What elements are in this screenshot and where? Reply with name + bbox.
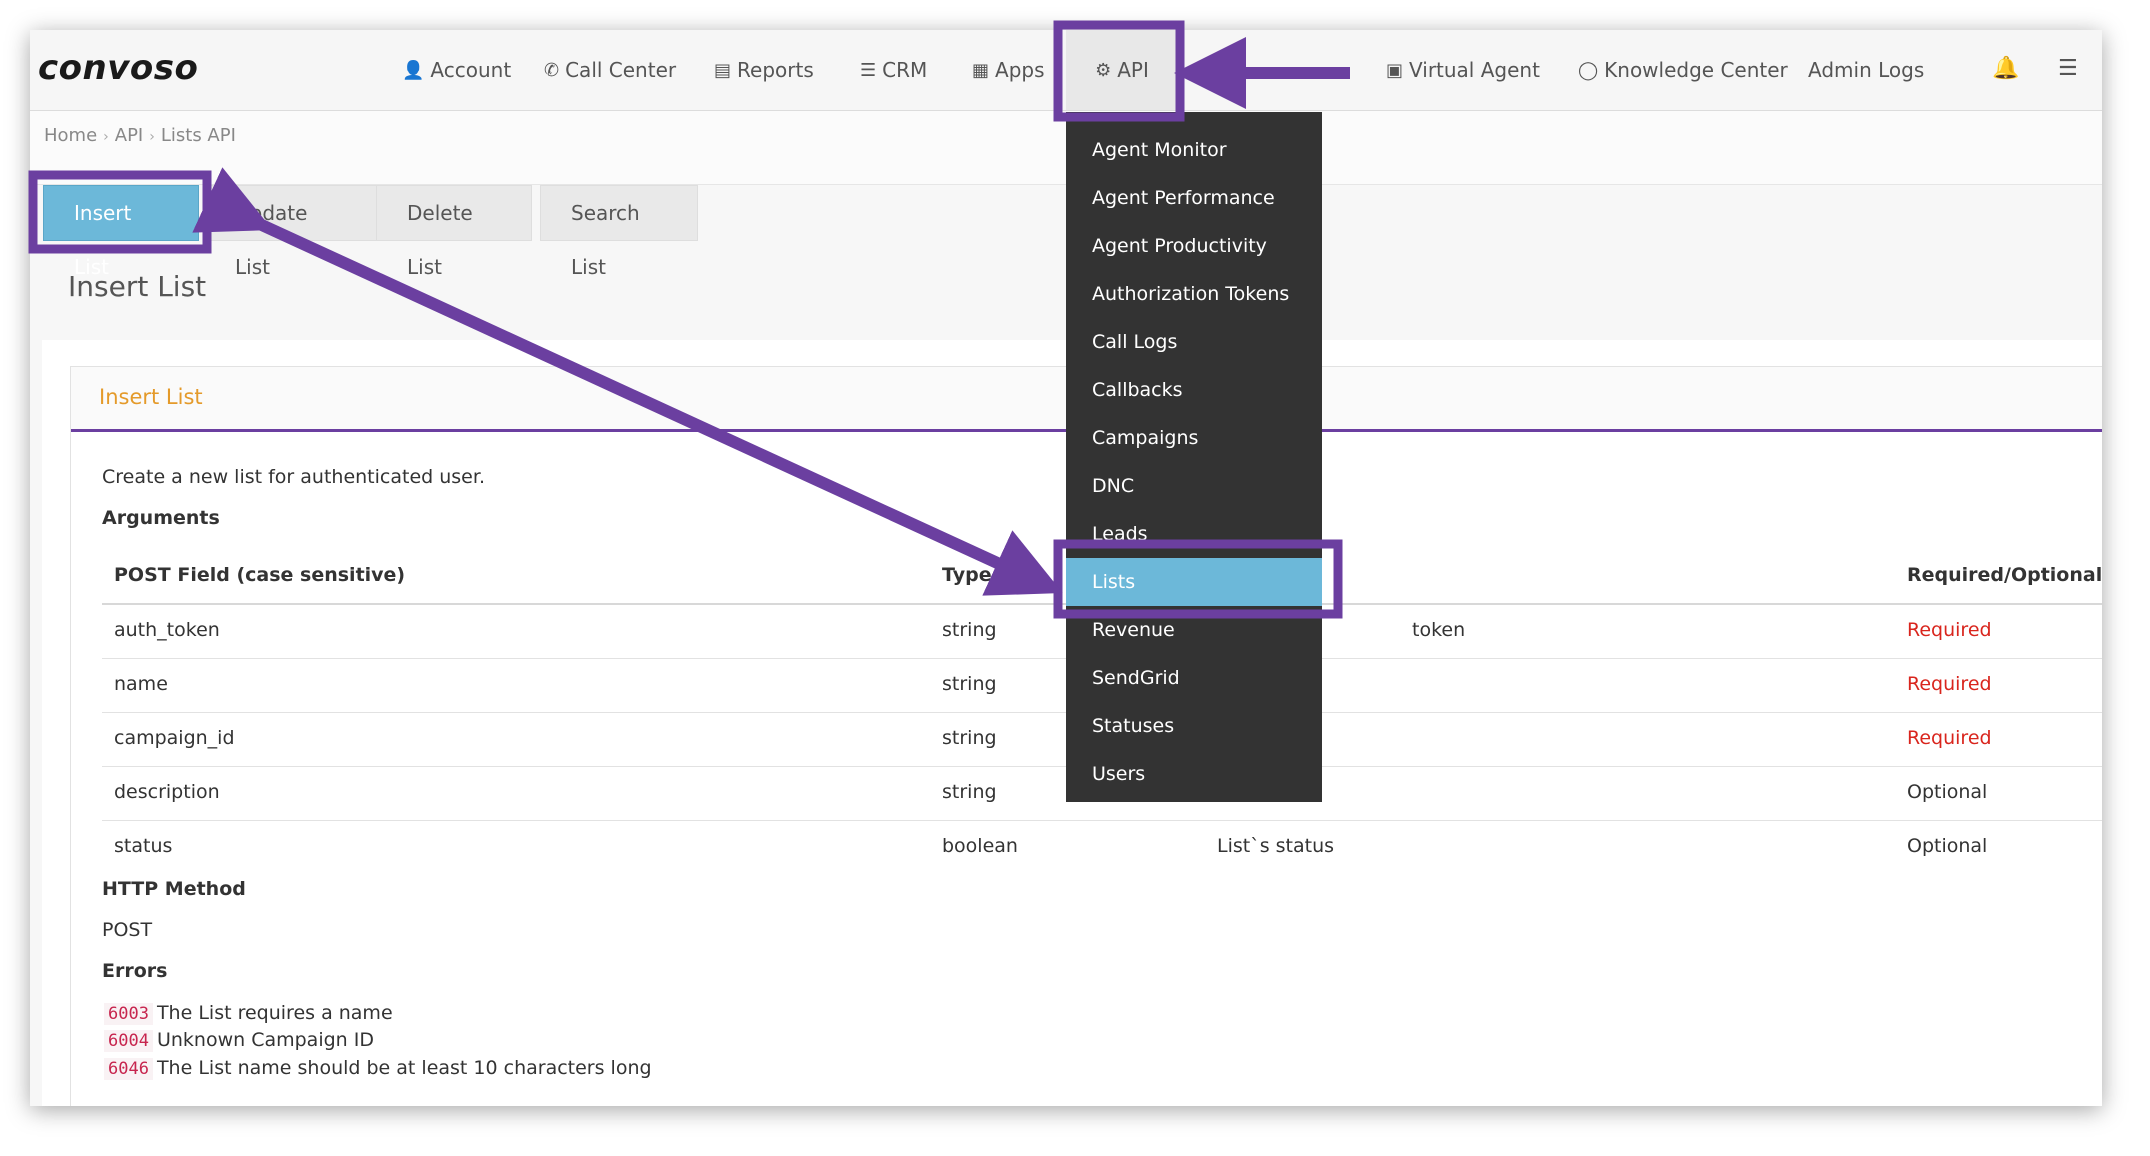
field-cell: name [114,673,168,695]
menu-item-agent-monitor[interactable]: Agent Monitor [1066,126,1322,174]
chevron-right-icon: › [149,129,155,145]
menu-item-sendgrid[interactable]: SendGrid [1066,654,1322,702]
field-cell: status [114,835,173,857]
top-navbar: convoso 👤 Account ✆ Call Center ▤ Report… [30,30,2102,111]
breadcrumb-lists-api: Lists API [160,125,236,146]
menu-item-authorization-tokens[interactable]: Authorization Tokens [1066,270,1322,318]
menu-item-call-logs[interactable]: Call Logs [1066,318,1322,366]
desc-cell: token [1412,619,1466,641]
menu-item-users[interactable]: Users [1066,750,1322,798]
menu-item-revenue[interactable]: Revenue [1066,606,1322,654]
req-cell: Optional [1907,835,1988,857]
bell-icon[interactable]: 🔔 [1992,56,2019,81]
lightbulb-icon: ◯ [1578,59,1599,81]
menu-item-campaigns[interactable]: Campaigns [1066,414,1322,462]
nav-virtual-agent[interactable]: ▣ Virtual Agent [1386,30,1540,110]
nav-apps[interactable]: ▦ Apps [972,30,1045,110]
nav-api[interactable]: ⚙ API [1066,30,1178,110]
menu-item-leads[interactable]: Leads [1066,510,1322,558]
menu-item-agent-performance[interactable]: Agent Performance [1066,174,1322,222]
column-header: Type [942,564,992,586]
error-code: 6003 [104,1003,153,1025]
error-item: 6004 Unknown Campaign ID [104,1029,374,1052]
api-dropdown-menu: Agent Monitor Agent Performance Agent Pr… [1066,112,1322,802]
gear-icon: ⚙ [1095,59,1112,81]
grid-icon: ▦ [972,59,990,81]
breadcrumb-home[interactable]: Home [44,125,97,146]
desc-cell: List`s status [1217,835,1335,857]
breadcrumb-api[interactable]: API [115,125,143,146]
nav-admin-logs[interactable]: Admin Logs [1808,30,1924,110]
field-cell: description [114,781,220,803]
table-row: status boolean List`s status Optional [102,821,2102,874]
convoso-logo: convoso [38,48,199,88]
nav-crm[interactable]: ☰ CRM [860,30,927,110]
menu-item-agent-productivity[interactable]: Agent Productivity [1066,222,1322,270]
page-title: Insert List [68,270,207,303]
error-code: 6004 [104,1030,153,1052]
arguments-label: Arguments [102,507,220,529]
field-cell: auth_token [114,619,220,641]
bar-chart-icon: ▤ [714,59,732,81]
nav-reports[interactable]: ▤ Reports [714,30,814,110]
menu-item-callbacks[interactable]: Callbacks [1066,366,1322,414]
tab-search-list[interactable]: Search List [540,185,698,279]
req-cell: Required [1907,619,1992,641]
req-cell: Optional [1907,781,1988,803]
column-header: Required/Optional [1907,564,2102,586]
nav-call-center[interactable]: ✆ Call Center [544,30,676,110]
http-method-label: HTTP Method [102,878,246,900]
type-cell: string [942,673,997,695]
nav-account[interactable]: 👤 Account [402,30,511,110]
monitor-icon: ▣ [1386,59,1404,81]
error-text: The List name should be at least 10 char… [156,1057,652,1079]
tab-delete-list[interactable]: Delete List [376,185,532,279]
panel-description: Create a new list for authenticated user… [102,466,485,488]
user-icon: 👤 [402,59,425,81]
app-window: convoso 👤 Account ✆ Call Center ▤ Report… [30,30,2102,1106]
chevron-right-icon: › [103,129,109,145]
type-cell: string [942,727,997,749]
error-code: 6046 [104,1058,153,1080]
type-cell: string [942,781,997,803]
tab-insert-list[interactable]: Insert List [43,185,199,279]
error-text: The List requires a name [156,1002,393,1024]
menu-item-dnc[interactable]: DNC [1066,462,1322,510]
tab-update-list[interactable]: Update List [204,185,378,279]
error-item: 6046 The List name should be at least 10 … [104,1057,652,1080]
error-item: 6003 The List requires a name [104,1002,393,1025]
panel-title: Insert List [99,385,203,409]
database-icon[interactable]: ☰ [2058,56,2078,81]
error-text: Unknown Campaign ID [156,1029,374,1051]
phone-icon: ✆ [544,59,560,81]
type-cell: boolean [942,835,1018,857]
errors-label: Errors [102,960,168,982]
nav-knowledge-center[interactable]: ◯ Knowledge Center [1578,30,1788,110]
menu-item-lists[interactable]: Lists [1066,558,1322,606]
req-cell: Required [1907,673,1992,695]
type-cell: string [942,619,997,641]
field-cell: campaign_id [114,727,235,749]
req-cell: Required [1907,727,1992,749]
http-method-value: POST [102,919,153,941]
menu-item-statuses[interactable]: Statuses [1066,702,1322,750]
list-icon: ☰ [860,59,877,81]
column-header: POST Field (case sensitive) [114,564,406,586]
